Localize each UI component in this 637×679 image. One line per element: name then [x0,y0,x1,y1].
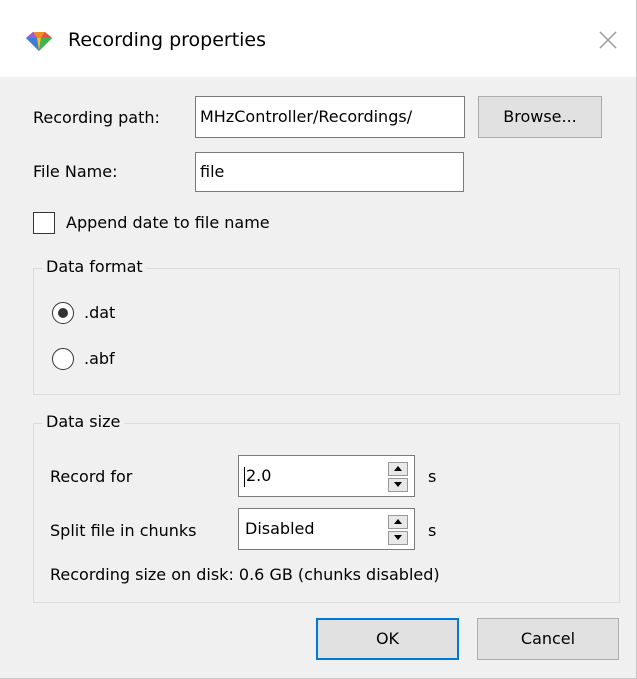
title-bar: Recording properties [0,0,636,77]
radio-selected-dot [58,308,68,318]
record-for-spin-buttons [388,462,408,492]
text-caret [244,466,245,487]
record-for-decrement-button[interactable] [388,478,408,492]
record-for-spinbox[interactable]: 2.0 [238,455,415,497]
record-for-unit: s [428,467,437,486]
data-size-title: Data size [42,412,125,431]
record-for-value: 2.0 [246,466,272,485]
format-dat-label: .dat [84,303,116,322]
format-abf-label: .abf [84,349,115,368]
arrow-down-icon [394,535,402,540]
recording-size-info: Recording size on disk: 0.6 GB (chunks d… [50,565,440,584]
split-chunks-increment-button[interactable] [388,515,408,529]
split-chunks-label: Split file in chunks [50,521,197,540]
dialog-title: Recording properties [68,29,267,51]
record-for-increment-button[interactable] [388,462,408,476]
recording-path-label: Recording path: [33,108,160,127]
close-icon[interactable] [596,28,620,52]
app-diamond-icon [26,32,52,51]
browse-button[interactable]: Browse... [478,96,602,138]
arrow-down-icon [394,482,402,487]
data-format-title: Data format [42,257,147,276]
split-chunks-spinbox[interactable]: Disabled [238,508,415,550]
record-for-label: Record for [50,467,133,486]
data-format-group [33,268,620,395]
ok-button[interactable]: OK [316,618,459,660]
split-chunks-unit: s [428,521,437,540]
append-date-label: Append date to file name [66,213,270,232]
recording-path-input[interactable]: MHzController/Recordings/ [195,96,465,138]
file-name-label: File Name: [33,162,118,181]
cancel-button[interactable]: Cancel [477,618,619,660]
recording-properties-dialog: Recording properties Recording path: MHz… [0,0,637,679]
arrow-up-icon [394,519,402,524]
file-name-input[interactable]: file [195,152,464,192]
split-chunks-spin-buttons [388,515,408,545]
format-abf-radio[interactable] [52,348,74,370]
format-dat-radio[interactable] [52,302,74,324]
append-date-checkbox[interactable] [33,212,55,234]
split-chunks-decrement-button[interactable] [388,531,408,545]
arrow-up-icon [394,466,402,471]
split-chunks-value: Disabled [245,519,315,538]
